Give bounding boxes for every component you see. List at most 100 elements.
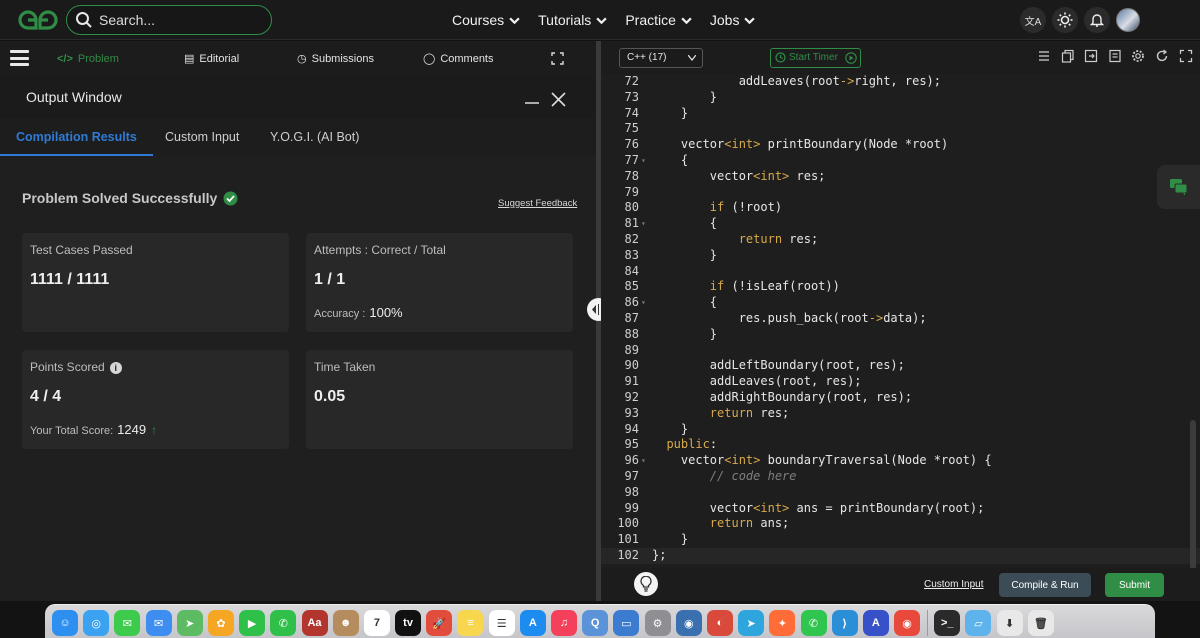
music-icon[interactable]: ♫ — [551, 610, 577, 636]
tab-editorial[interactable]: ▤ Editorial — [184, 41, 239, 76]
code-line[interactable]: 86 ▾ { — [601, 295, 1200, 311]
fold-arrow-icon[interactable]: ▾ — [641, 216, 646, 232]
minimize-icon[interactable] — [524, 89, 540, 105]
refresh-icon[interactable] — [1155, 49, 1169, 63]
list-icon[interactable] — [1037, 49, 1051, 63]
tab-compilation-results[interactable]: Compilation Results — [0, 118, 153, 156]
tab-yogi-ai-bot[interactable]: Y.O.G.I. (AI Bot) — [270, 118, 359, 156]
arc-icon[interactable]: A — [862, 610, 889, 636]
code-line[interactable]: 76 vector<int> printBoundary(Node *root) — [601, 137, 1200, 153]
photos-icon[interactable]: ✿ — [207, 610, 234, 636]
code-line[interactable]: 72 addLeaves(root->right, res); — [601, 74, 1200, 90]
submit-button[interactable]: Submit — [1105, 573, 1164, 597]
code-line[interactable]: 90 addLeftBoundary(root, res); — [601, 358, 1200, 374]
code-line[interactable]: 89 — [601, 343, 1200, 359]
code-line[interactable]: 102}; — [601, 548, 1200, 564]
code-line[interactable]: 100 return ans; — [601, 516, 1200, 532]
code-line[interactable]: 94 } — [601, 422, 1200, 438]
code-line[interactable]: 101 } — [601, 532, 1200, 548]
terminal-icon[interactable]: >_ — [934, 610, 961, 636]
reset-icon[interactable] — [1108, 49, 1122, 63]
bell-icon[interactable] — [1084, 7, 1110, 33]
database-icon[interactable]: ◉ — [675, 610, 702, 636]
code-line[interactable]: 83 } — [601, 248, 1200, 264]
tab-comments[interactable]: ◯ Comments — [423, 41, 494, 76]
menu-icon[interactable] — [10, 50, 29, 66]
gfg-logo[interactable] — [16, 8, 60, 32]
reminders-icon[interactable]: ☰ — [488, 610, 515, 636]
start-timer-button[interactable]: Start Timer — [770, 48, 861, 68]
code-line[interactable]: 92 addRightBoundary(root, res); — [601, 390, 1200, 406]
code-line[interactable]: 75 — [601, 121, 1200, 137]
nav-jobs[interactable]: Jobs — [710, 0, 756, 40]
calendar-icon[interactable]: 7 — [363, 610, 390, 636]
code-line[interactable]: 77 ▾ { — [601, 153, 1200, 169]
code-line[interactable]: 95 public: — [601, 437, 1200, 453]
suggest-feedback-link[interactable]: Suggest Feedback — [498, 198, 577, 209]
translate-icon[interactable]: 文A — [1020, 7, 1046, 33]
code-line[interactable]: 78 vector<int> res; — [601, 169, 1200, 185]
code-line[interactable]: 98 — [601, 485, 1200, 501]
dictionary-icon[interactable]: Aa — [301, 610, 328, 636]
expand-icon[interactable] — [1179, 49, 1193, 63]
code-line[interactable]: 99 vector<int> ans = printBoundary(root)… — [601, 501, 1200, 517]
chat-icon[interactable] — [1157, 165, 1200, 209]
code-editor[interactable]: 72 addLeaves(root->right, res); 73 } 74 } 7… — [601, 74, 1200, 568]
code-line[interactable]: 88 } — [601, 327, 1200, 343]
editor-scrollbar[interactable] — [1190, 420, 1196, 570]
phone-icon[interactable]: ✆ — [270, 610, 297, 636]
search-box[interactable] — [66, 5, 272, 35]
code-line[interactable]: 84 — [601, 264, 1200, 280]
code-line[interactable]: 85 if (!isLeaf(root)) — [601, 279, 1200, 295]
code-line[interactable]: 97 // code here — [601, 469, 1200, 485]
code-line[interactable]: 96 ▾ vector<int> boundaryTraversal(Node *… — [601, 453, 1200, 469]
settings-icon[interactable] — [1131, 49, 1145, 63]
fullscreen-icon[interactable] — [1084, 49, 1098, 63]
theme-sun-icon[interactable] — [1052, 7, 1078, 33]
facetime-icon[interactable]: ▶ — [239, 610, 266, 636]
tv-icon[interactable]: tv — [395, 610, 422, 636]
downloads-icon[interactable]: ⬇ — [996, 610, 1023, 636]
fold-arrow-icon[interactable]: ▾ — [641, 153, 646, 169]
chrome-icon[interactable]: ◉ — [894, 610, 921, 636]
code-line[interactable]: 87 res.push_back(root->data); — [601, 311, 1200, 327]
appstore-icon[interactable]: A — [519, 610, 546, 636]
vscode-icon[interactable]: ⟩ — [831, 610, 858, 636]
tab-submissions[interactable]: ◷ Submissions — [297, 41, 374, 76]
maps-icon[interactable]: ➤ — [176, 610, 203, 636]
language-select[interactable]: C++ (17) — [619, 48, 703, 68]
messages-icon[interactable]: ✉ — [114, 610, 141, 636]
custom-input-link[interactable]: Custom Input — [924, 579, 983, 590]
notes-icon[interactable]: ≡ — [457, 610, 484, 636]
launchpad-icon[interactable]: 🚀 — [426, 610, 453, 636]
fold-arrow-icon[interactable]: ▾ — [641, 295, 646, 311]
safari-icon[interactable]: ◎ — [83, 610, 110, 636]
settings-icon[interactable]: ⚙ — [644, 610, 671, 636]
postman-icon[interactable]: ✦ — [769, 610, 796, 636]
trash-icon[interactable]: 🗑 — [1027, 610, 1054, 636]
code-line[interactable]: 80 if (!root) — [601, 200, 1200, 216]
info-icon[interactable]: i — [109, 362, 122, 374]
code-line[interactable]: 79 — [601, 185, 1200, 201]
telegram-icon[interactable]: ➤ — [738, 610, 765, 636]
code-line[interactable]: 73 } — [601, 90, 1200, 106]
preview-icon[interactable]: ▭ — [613, 610, 640, 636]
chrome-alt-icon[interactable]: ◐ — [706, 610, 733, 636]
contacts-icon[interactable]: ☻ — [332, 610, 359, 636]
nav-tutorials[interactable]: Tutorials — [538, 0, 607, 40]
mail-icon[interactable]: ✉ — [145, 610, 172, 636]
code-line[interactable]: 74 } — [601, 106, 1200, 122]
tab-custom-input[interactable]: Custom Input — [165, 118, 239, 156]
nav-courses[interactable]: Courses — [452, 0, 520, 40]
folder-icon[interactable]: ▱ — [965, 610, 992, 636]
search-input[interactable] — [99, 9, 259, 31]
lightbulb-icon[interactable] — [634, 572, 658, 596]
expand-icon[interactable] — [551, 52, 564, 65]
code-line[interactable]: 82 return res; — [601, 232, 1200, 248]
finder-icon[interactable]: ☺ — [52, 610, 78, 636]
tab-problem[interactable]: </> Problem — [57, 41, 119, 76]
quicktime-icon[interactable]: Q — [582, 610, 609, 636]
code-line[interactable]: 81 ▾ { — [601, 216, 1200, 232]
nav-practice[interactable]: Practice — [625, 0, 692, 40]
compile-run-button[interactable]: Compile & Run — [999, 573, 1091, 597]
